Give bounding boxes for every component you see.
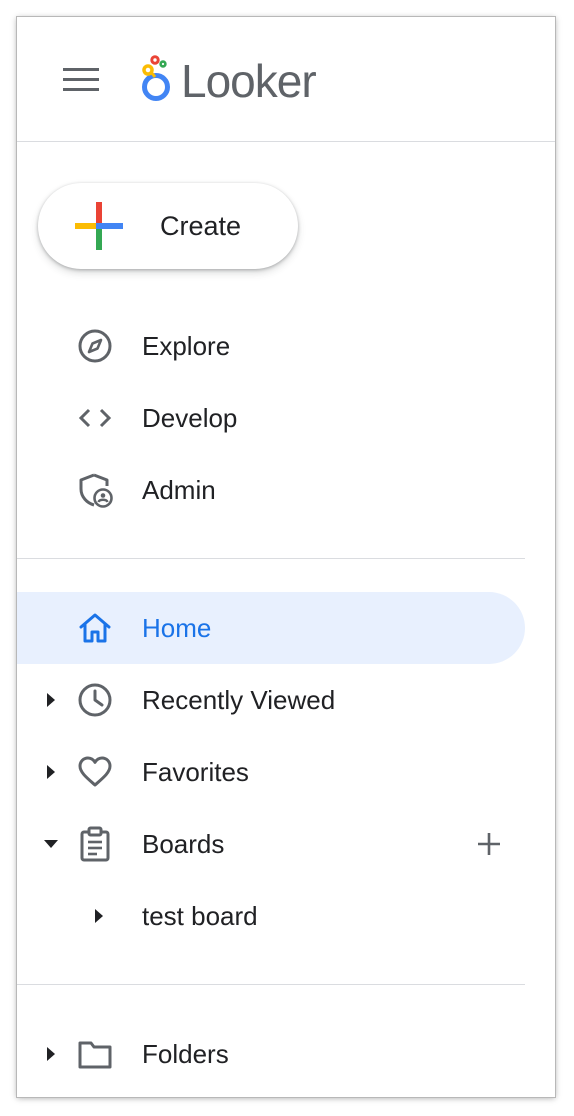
nav-item-folders[interactable]: Folders xyxy=(17,1018,525,1090)
caret-down-icon[interactable] xyxy=(41,834,61,854)
code-icon xyxy=(78,408,112,428)
caret-right-icon[interactable] xyxy=(41,690,61,710)
home-icon xyxy=(79,613,111,643)
caret-right-icon[interactable] xyxy=(41,762,61,782)
shield-person-icon xyxy=(79,473,113,508)
google-plus-icon xyxy=(75,202,123,250)
caret-right-icon[interactable] xyxy=(89,906,109,926)
looker-logo[interactable]: Looker xyxy=(137,51,337,111)
board-label: test board xyxy=(142,901,258,931)
clock-icon xyxy=(78,683,112,717)
nav-item-favorites[interactable]: Favorites xyxy=(17,736,525,808)
header-divider xyxy=(17,141,555,142)
nav-label: Develop xyxy=(142,403,238,433)
nav-label: Favorites xyxy=(142,757,249,787)
nav-item-recently-viewed[interactable]: Recently Viewed xyxy=(17,664,525,736)
add-board-icon[interactable] xyxy=(475,830,503,858)
looker-logo-icon xyxy=(142,55,170,101)
folder-icon xyxy=(78,1041,112,1069)
board-item-test-board[interactable]: test board xyxy=(17,880,525,952)
nav-item-admin[interactable]: Admin xyxy=(17,454,525,526)
nav-label: Recently Viewed xyxy=(142,685,336,715)
hamburger-menu-icon[interactable] xyxy=(61,65,101,95)
clipboard-icon xyxy=(80,826,110,862)
nav-label: Boards xyxy=(142,829,225,859)
nav-label: Admin xyxy=(142,475,216,505)
header: Looker xyxy=(17,17,555,141)
nav-item-boards[interactable]: Boards xyxy=(17,808,525,880)
compass-icon xyxy=(78,329,112,363)
section-divider xyxy=(17,984,525,985)
nav-item-home[interactable]: Home xyxy=(17,592,525,664)
logo-text: Looker xyxy=(181,55,317,107)
section-divider xyxy=(17,558,525,559)
nav-label: Home xyxy=(142,613,212,643)
nav-label: Explore xyxy=(142,331,231,361)
create-label: Create xyxy=(160,211,242,241)
nav-item-explore[interactable]: Explore xyxy=(17,310,525,382)
heart-icon xyxy=(78,756,112,787)
nav-label: Folders xyxy=(142,1039,229,1069)
create-button[interactable]: Create xyxy=(38,183,298,269)
nav-item-develop[interactable]: Develop xyxy=(17,382,525,454)
caret-right-icon[interactable] xyxy=(41,1044,61,1064)
navigation-panel: Looker Create Explore Develop Admin Home… xyxy=(17,17,555,1097)
